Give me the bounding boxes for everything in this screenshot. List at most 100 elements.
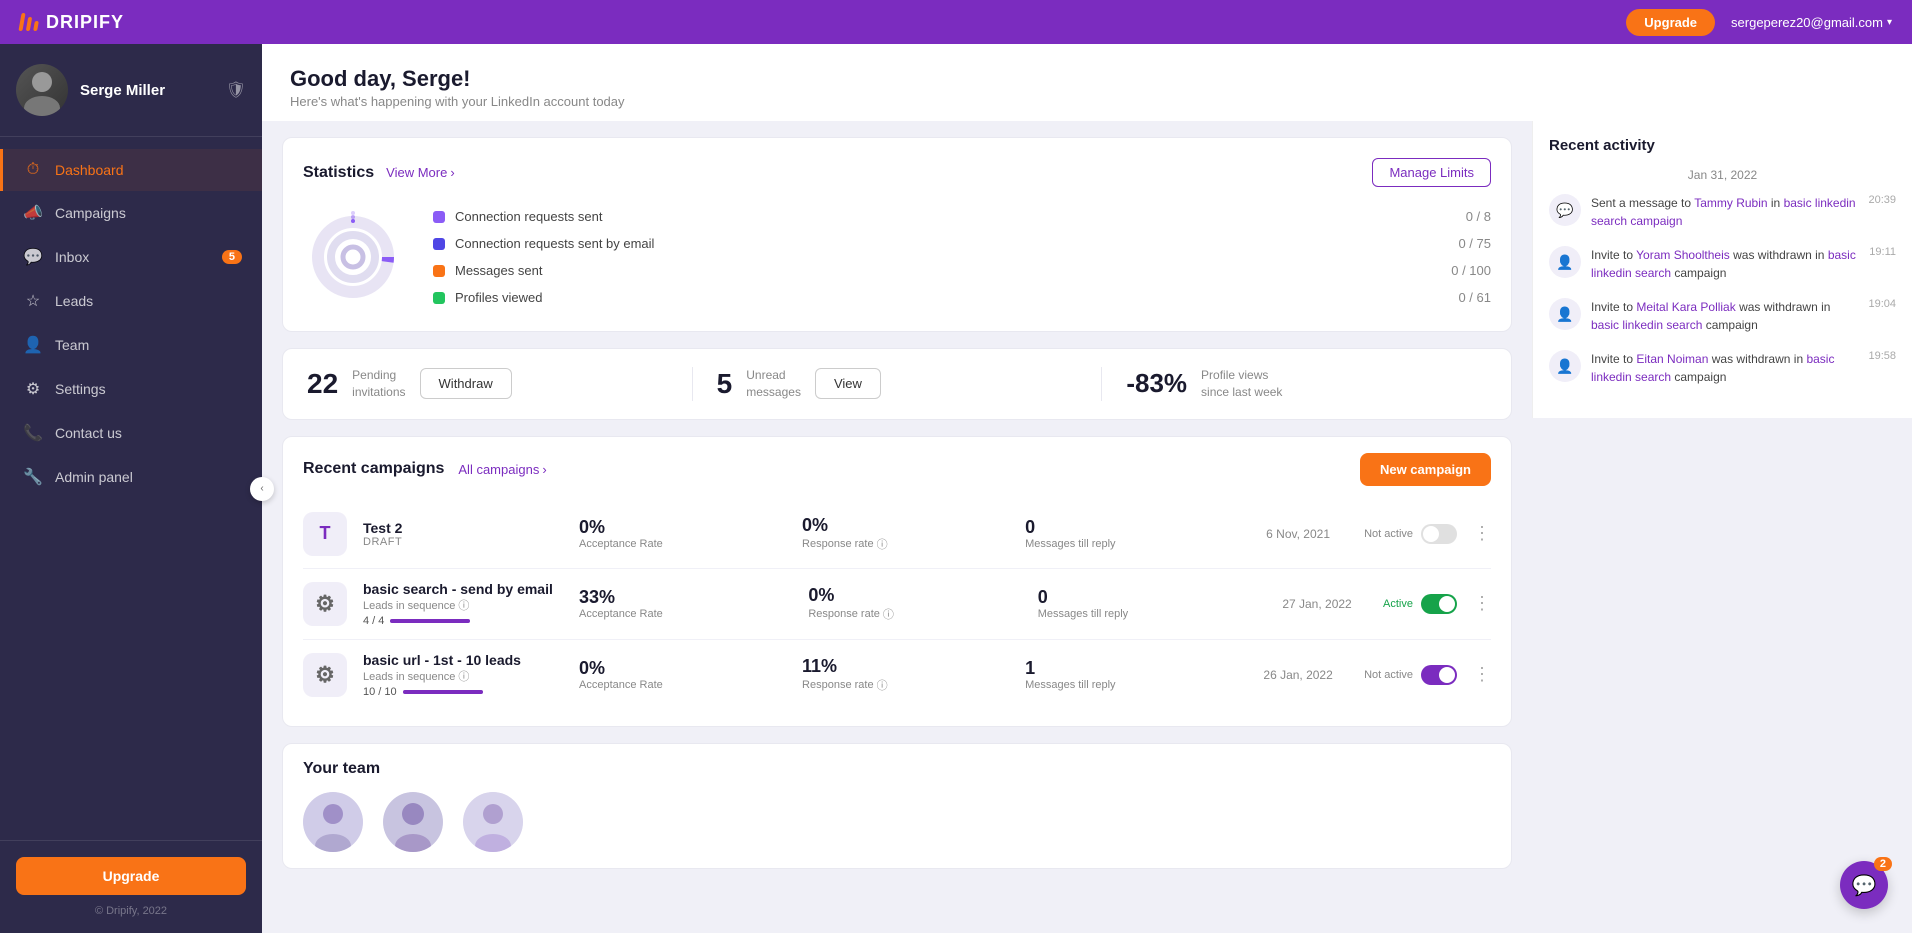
logo-icon xyxy=(20,13,38,31)
team-avatars xyxy=(303,792,1491,852)
sidebar-upgrade-button[interactable]: Upgrade xyxy=(16,857,246,895)
campaign-messages-till-reply: 1 Messages till reply xyxy=(1025,658,1232,691)
stat-value: 0 / 75 xyxy=(1458,236,1491,251)
campaigns-label: Recent campaigns xyxy=(303,460,444,478)
stats-title-area: Statistics View More › xyxy=(303,164,455,182)
sidebar-item-dashboard[interactable]: ⏱ Dashboard xyxy=(0,149,262,191)
sidebar-collapse-button[interactable]: ‹ xyxy=(250,477,274,501)
stat-dot xyxy=(433,238,445,250)
view-button[interactable]: View xyxy=(815,368,881,399)
activity-text: Invite to Yoram Shooltheis was withdrawn… xyxy=(1591,246,1859,282)
campaign-name: basic search - send by email xyxy=(363,581,563,597)
progress-fill xyxy=(403,690,483,694)
campaign-date: 27 Jan, 2022 xyxy=(1267,597,1367,611)
stat-label: Acceptance Rate xyxy=(579,679,786,691)
top-upgrade-button[interactable]: Upgrade xyxy=(1626,9,1715,36)
campaign-messages-till-reply: 0 Messages till reply xyxy=(1038,587,1251,620)
chat-badge: 2 xyxy=(1874,857,1892,871)
info-icon: ⓘ xyxy=(458,600,469,612)
stat-dot xyxy=(433,292,445,304)
campaign-row: ⚙ basic url - 1st - 10 leads Leads in se… xyxy=(303,640,1491,710)
manage-limits-button[interactable]: Manage Limits xyxy=(1372,158,1491,187)
more-options-button[interactable]: ⋮ xyxy=(1473,523,1491,544)
campaign-toggle[interactable] xyxy=(1421,665,1457,685)
toggle-knob xyxy=(1439,667,1455,683)
team-label: Your team xyxy=(303,760,1491,778)
view-more-link[interactable]: View More › xyxy=(386,165,455,180)
activity-time: 19:58 xyxy=(1868,350,1896,362)
admin-icon: 🔧 xyxy=(23,467,43,487)
campaign-response-rate: 11% Response rate ⓘ xyxy=(802,656,1009,693)
campaign-toggle[interactable] xyxy=(1421,594,1457,614)
sidebar-footer: Upgrade © Dripify, 2022 xyxy=(0,840,262,933)
all-campaigns-link[interactable]: All campaigns › xyxy=(458,462,546,477)
more-options-button[interactable]: ⋮ xyxy=(1473,664,1491,685)
sidebar-item-admin-panel[interactable]: 🔧 Admin panel xyxy=(0,455,262,499)
stat-value: 1 xyxy=(1025,658,1232,679)
donut-chart xyxy=(303,207,403,307)
sidebar-item-label: Dashboard xyxy=(55,162,124,178)
campaign-date: 26 Jan, 2022 xyxy=(1248,668,1348,682)
logo-stripe-1 xyxy=(18,13,25,31)
activity-title: Recent activity xyxy=(1549,137,1896,154)
user-email-dropdown[interactable]: sergeperez20@gmail.com ▾ xyxy=(1731,15,1892,30)
stats-items: Connection requests sent 0 / 8 Connectio… xyxy=(433,203,1491,311)
stat-dot xyxy=(433,265,445,277)
activity-date-divider: Jan 31, 2022 xyxy=(1549,168,1896,182)
statistics-label: Statistics xyxy=(303,164,374,182)
info-icon: ⓘ xyxy=(877,677,888,693)
campaign-status: DRAFT xyxy=(363,536,563,548)
page-title: Good day, Serge! xyxy=(290,66,1884,92)
sidebar-item-settings[interactable]: ⚙ Settings xyxy=(0,367,262,411)
unread-messages-metric: 5 Unreadmessages View xyxy=(692,367,1078,401)
sidebar-item-contact-us[interactable]: 📞 Contact us xyxy=(0,411,262,455)
sidebar-item-inbox[interactable]: 💬 Inbox 5 xyxy=(0,235,262,279)
campaign-info: basic search - send by email Leads in se… xyxy=(363,581,563,627)
campaign-row: T Test 2 DRAFT 0% Acceptance Rate xyxy=(303,500,1491,569)
campaign-name: basic url - 1st - 10 leads xyxy=(363,652,563,668)
stat-row: Connection requests sent 0 / 8 xyxy=(433,203,1491,230)
stat-value: 0 / 61 xyxy=(1458,290,1491,305)
stat-name: Messages sent xyxy=(455,263,1441,278)
activity-link[interactable]: basic linkedin search xyxy=(1591,318,1702,332)
sidebar-item-label: Leads xyxy=(55,293,93,309)
campaign-response-rate: 0% Response rate ⓘ xyxy=(808,585,1021,622)
new-campaign-button[interactable]: New campaign xyxy=(1360,453,1491,486)
campaigns-header: Recent campaigns All campaigns › New cam… xyxy=(303,453,1491,486)
activity-link[interactable]: Eitan Noiman xyxy=(1636,352,1708,366)
team-avatar xyxy=(383,792,443,852)
withdraw-button[interactable]: Withdraw xyxy=(420,368,512,399)
info-icon: ⓘ xyxy=(877,536,888,552)
activity-link[interactable]: Meital Kara Polliak xyxy=(1636,300,1735,314)
dashboard-icon: ⏱ xyxy=(23,161,43,179)
logo-text: DRIPIFY xyxy=(46,12,124,33)
avatar-image xyxy=(16,64,68,116)
stat-value: 0 xyxy=(1025,517,1232,538)
page-header: Good day, Serge! Here's what's happening… xyxy=(262,44,1912,121)
progress-bar xyxy=(403,690,483,694)
activity-link[interactable]: basic linkedin search xyxy=(1591,352,1834,384)
activity-link[interactable]: Yoram Shooltheis xyxy=(1636,248,1730,262)
chat-bubble[interactable]: 💬 2 xyxy=(1840,861,1888,909)
chevron-down-icon: ▾ xyxy=(1887,17,1892,28)
sidebar-navigation: ⏱ Dashboard 📣 Campaigns 💬 Inbox 5 ☆ Lead… xyxy=(0,137,262,840)
activity-item: 👤 Invite to Meital Kara Polliak was with… xyxy=(1549,298,1896,334)
campaign-date: 6 Nov, 2021 xyxy=(1248,527,1348,541)
profile-views-label: Profile viewssince last week xyxy=(1201,367,1282,401)
person-icon: 👤 xyxy=(1549,350,1581,382)
more-options-button[interactable]: ⋮ xyxy=(1473,593,1491,614)
sidebar-item-campaigns[interactable]: 📣 Campaigns xyxy=(0,191,262,235)
stat-value: 0% xyxy=(802,515,1009,536)
sidebar-item-team[interactable]: 👤 Team xyxy=(0,323,262,367)
campaign-toggle[interactable] xyxy=(1421,524,1457,544)
activity-link[interactable]: Tammy Rubin xyxy=(1694,196,1767,210)
inbox-badge: 5 xyxy=(222,250,242,264)
campaign-icon: T xyxy=(303,512,347,556)
stat-value: 33% xyxy=(579,587,792,608)
info-icon: ⓘ xyxy=(883,606,894,622)
info-icon: ⓘ xyxy=(458,671,469,683)
team-icon: 👤 xyxy=(23,335,43,355)
sidebar-item-leads[interactable]: ☆ Leads xyxy=(0,279,262,323)
stat-value: 0% xyxy=(579,517,786,538)
avatar xyxy=(16,64,68,116)
